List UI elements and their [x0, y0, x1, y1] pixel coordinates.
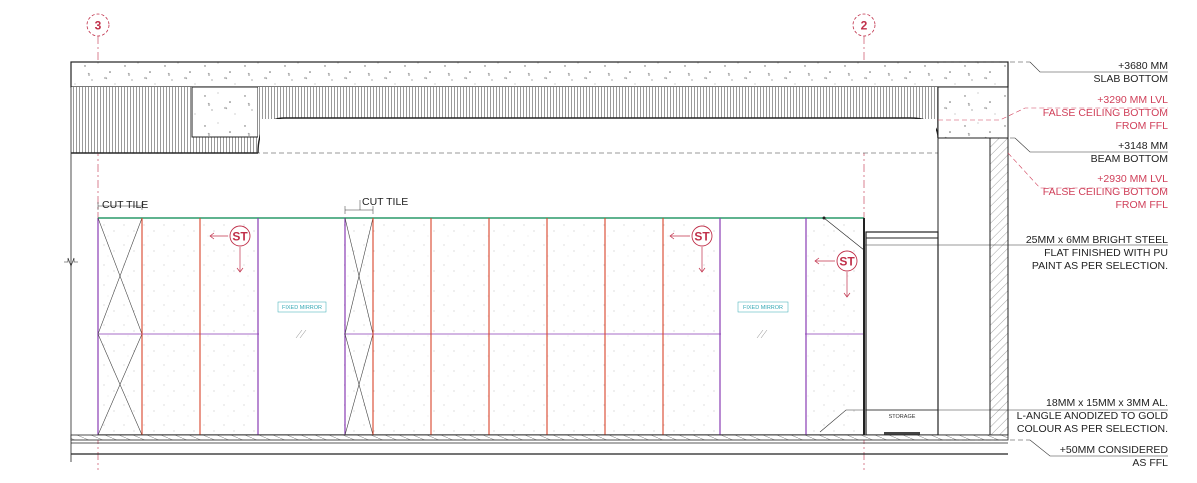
right-return: STORAGE	[865, 137, 1009, 436]
svg-text:+3680 MM: +3680 MM	[1118, 60, 1168, 72]
svg-text:FLAT FINISHED WITH PU: FLAT FINISHED WITH PU	[1044, 247, 1168, 259]
svg-text:+3148 MM: +3148 MM	[1118, 140, 1168, 152]
svg-text:CUT TILE: CUT TILE	[362, 196, 408, 208]
svg-text:ST: ST	[694, 230, 710, 244]
grid-label-2: 2	[861, 19, 868, 33]
mirror-label-2: FIXED MIRROR	[743, 305, 783, 311]
svg-text:CUT TILE: CUT TILE	[102, 199, 148, 211]
floor	[70, 434, 1030, 455]
mirror-label-1: FIXED MIRROR	[282, 305, 322, 311]
svg-text:+2930 MM LVL: +2930 MM LVL	[1097, 173, 1168, 185]
svg-text:COLOUR AS PER SELECTION.: COLOUR AS PER SELECTION.	[1017, 423, 1168, 435]
wall-cladding: FIXED MIRROR FIXED MIRROR	[97, 216, 865, 436]
storage-label: STORAGE	[889, 414, 916, 420]
svg-text:FROM FFL: FROM FFL	[1116, 120, 1169, 132]
svg-text:SLAB BOTTOM: SLAB BOTTOM	[1094, 73, 1169, 85]
svg-text:+50MM CONSIDERED: +50MM CONSIDERED	[1060, 444, 1169, 456]
svg-text:FROM FFL: FROM FFL	[1116, 199, 1169, 211]
svg-text:FALSE CEILING BOTTOM: FALSE CEILING BOTTOM	[1043, 186, 1168, 198]
fixed-mirror-1: FIXED MIRROR	[259, 219, 344, 434]
svg-text:L-ANGLE ANODIZED TO GOLD: L-ANGLE ANODIZED TO GOLD	[1017, 410, 1169, 422]
slab	[70, 61, 1009, 154]
svg-text:PAINT AS PER SELECTION.: PAINT AS PER SELECTION.	[1032, 260, 1168, 272]
level-beam-bottom: +3148 MM BEAM BOTTOM	[1091, 140, 1168, 165]
cut-tile-label-2: CUT TILE	[344, 196, 408, 214]
level-false-ceiling-1: +3290 MM LVL FALSE CEILING BOTTOM FROM F…	[1043, 94, 1168, 132]
svg-text:AS FFL: AS FFL	[1132, 457, 1168, 469]
grid-label-3: 3	[95, 19, 102, 33]
svg-text:25MM x 6MM BRIGHT STEEL: 25MM x 6MM BRIGHT STEEL	[1026, 234, 1168, 246]
svg-text:FALSE CEILING BOTTOM: FALSE CEILING BOTTOM	[1043, 107, 1168, 119]
fixed-mirror-2: FIXED MIRROR	[721, 219, 805, 434]
elevation-drawing: 3 2 STORAGE FIXED MIRROR FIXED MIRROR CU…	[64, 13, 1169, 470]
note-ffl: +50MM CONSIDERED AS FFL	[1060, 444, 1169, 469]
cut-tile-label-1: CUT TILE	[97, 199, 148, 211]
note-steel-flat: 25MM x 6MM BRIGHT STEEL FLAT FINISHED WI…	[1026, 234, 1168, 272]
svg-text:ST: ST	[839, 255, 855, 269]
level-slab-bottom: +3680 MM SLAB BOTTOM	[1094, 60, 1169, 85]
svg-text:+3290 MM LVL: +3290 MM LVL	[1097, 94, 1168, 106]
svg-text:BEAM BOTTOM: BEAM BOTTOM	[1091, 153, 1168, 165]
svg-text:18MM x 15MM x 3MM AL.: 18MM x 15MM x 3MM AL.	[1046, 397, 1168, 409]
svg-text:ST: ST	[232, 230, 248, 244]
level-false-ceiling-2: +2930 MM LVL FALSE CEILING BOTTOM FROM F…	[1043, 173, 1168, 211]
note-l-angle: 18MM x 15MM x 3MM AL. L-ANGLE ANODIZED T…	[1017, 397, 1169, 435]
